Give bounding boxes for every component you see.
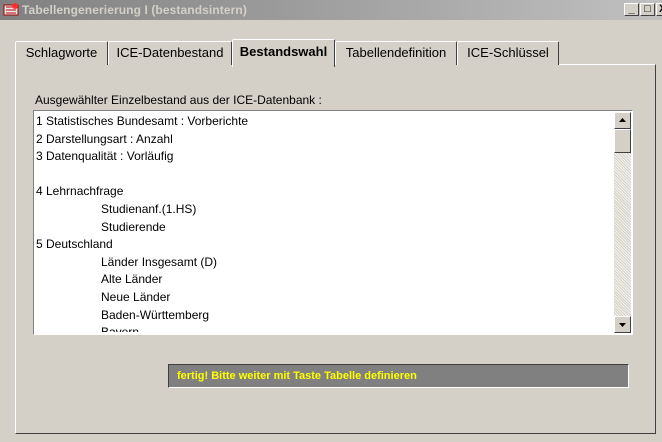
app-icon: [3, 2, 19, 18]
tab-schlagworte[interactable]: Schlagworte: [15, 41, 108, 65]
list-item[interactable]: Neue Länder: [36, 289, 614, 307]
list-item[interactable]: Bayern: [36, 324, 614, 332]
tab-ice-datenbestand[interactable]: ICE-Datenbestand: [108, 41, 232, 65]
list-content: 1 Statistisches Bundesamt : Vorberichte 2…: [36, 113, 614, 332]
list-item[interactable]: Länder Insgesamt (D): [36, 254, 614, 272]
list-item[interactable]: Alte Länder: [36, 271, 614, 289]
window-title: Tabellengenerierung I (bestandsintern): [22, 3, 247, 17]
list-item[interactable]: 3 Datenqualität : Vorläufig: [36, 148, 614, 166]
list-item[interactable]: 5 Deutschland: [36, 236, 614, 254]
tab-tabellendefinition[interactable]: Tabellendefinition: [335, 41, 457, 65]
list-item[interactable]: Baden-Württemberg: [36, 307, 614, 325]
close-button[interactable]: X: [656, 3, 662, 16]
list-item[interactable]: [36, 166, 614, 184]
list-item[interactable]: Studierende: [36, 219, 614, 237]
scroll-up-button[interactable]: [614, 112, 631, 129]
list-item[interactable]: Studienanf.(1.HS): [36, 201, 614, 219]
list-caption: Ausgewählter Einzelbestand aus der ICE-D…: [35, 93, 322, 107]
arrow-down-icon: [619, 323, 626, 327]
selected-dataset-list[interactable]: 1 Statistisches Bundesamt : Vorberichte 2…: [33, 110, 633, 335]
scroll-thumb[interactable]: [614, 129, 631, 153]
list-item[interactable]: 4 Lehrnachfrage: [36, 183, 614, 201]
tab-ice-schluessel[interactable]: ICE-Schlüssel: [457, 41, 559, 65]
arrow-up-icon: [619, 118, 626, 122]
status-message: fertig! Bitte weiter mit Taste Tabelle d…: [168, 364, 629, 388]
scroll-down-button[interactable]: [614, 316, 631, 333]
tab-bestandswahl[interactable]: Bestandswahl: [232, 39, 335, 67]
vertical-scrollbar[interactable]: [614, 112, 631, 333]
maximize-button[interactable]: □: [640, 3, 655, 16]
list-item[interactable]: 2 Darstellungsart : Anzahl: [36, 131, 614, 149]
list-item[interactable]: 1 Statistisches Bundesamt : Vorberichte: [36, 113, 614, 131]
minimize-button[interactable]: _: [624, 3, 639, 16]
title-bar[interactable]: Tabellengenerierung I (bestandsintern) _…: [0, 0, 662, 20]
application-window: Tabellengenerierung I (bestandsintern) _…: [0, 0, 662, 442]
